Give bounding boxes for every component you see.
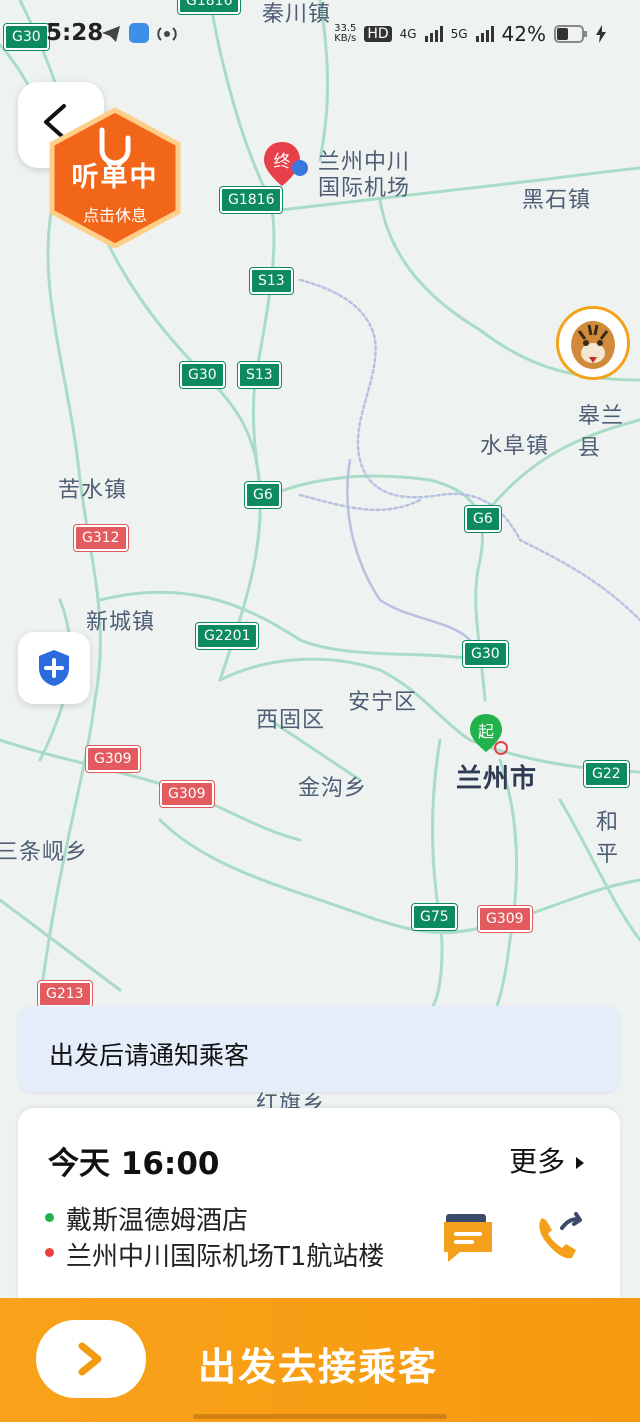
place-label: 三条岘乡 xyxy=(0,840,89,865)
highway-shield: G22 xyxy=(584,761,629,787)
highway-shield: G6 xyxy=(465,506,501,532)
highway-shield: G6 xyxy=(245,482,281,508)
highway-shield: G1816 xyxy=(220,187,283,213)
message-icon xyxy=(444,1214,492,1262)
highway-shield: G30 xyxy=(463,641,508,667)
start-marker-label: 起 xyxy=(478,722,494,741)
highway-shield: G75 xyxy=(412,904,457,930)
place-label: 国际机场 xyxy=(318,176,411,201)
app-icon xyxy=(129,23,149,43)
phone-icon xyxy=(539,1212,582,1259)
order-card: 今天 16:00 更多 戴斯温德姆酒店 兰州中川国际机场T1航站楼 xyxy=(18,1108,620,1318)
call-button[interactable] xyxy=(532,1208,588,1268)
listening-title: 听单中 xyxy=(71,162,159,193)
dropoff-address: 兰州中川国际机场T1航站楼 xyxy=(66,1242,385,1272)
end-marker-icon: 终 xyxy=(264,142,308,186)
pickup-address: 戴斯温德姆酒店 xyxy=(66,1206,249,1236)
highway-shield: S13 xyxy=(250,268,293,294)
listening-badge-text: 听单中 点击休息 xyxy=(46,155,184,226)
network-b: 5G xyxy=(450,27,468,41)
listening-subtitle: 点击休息 xyxy=(82,206,147,225)
highway-shield: G309 xyxy=(478,906,532,932)
notify-passenger-banner[interactable]: 出发后请通知乘客 xyxy=(18,1006,620,1092)
end-marker-label: 终 xyxy=(274,152,291,172)
highway-shield: G213 xyxy=(38,981,92,1007)
shield-plus-icon xyxy=(39,650,69,686)
place-label: 苦水镇 xyxy=(58,478,128,503)
place-label: 水阜镇 xyxy=(480,434,550,459)
highway-shield: G309 xyxy=(160,781,214,807)
slide-button[interactable] xyxy=(36,1320,146,1398)
status-bar: 5:28 33.5 KB/s HD 4G 5G 42% xyxy=(0,0,640,68)
network-a: 4G xyxy=(399,27,417,41)
hd-badge: HD xyxy=(364,26,392,42)
signal-icon xyxy=(424,26,443,42)
hotspot-icon xyxy=(157,27,177,41)
start-marker-icon: 起 xyxy=(470,714,508,755)
place-label: 皋兰县 xyxy=(578,404,625,461)
place-label: 金沟乡 xyxy=(298,776,368,801)
charging-icon xyxy=(596,25,606,43)
notice-text: 出发后请通知乘客 xyxy=(49,1041,250,1070)
signal-icon xyxy=(475,26,494,42)
place-label: 黑石镇 xyxy=(522,188,592,213)
place-label: 和平 xyxy=(596,810,620,867)
start-pickup-label: 出发去接乘客 xyxy=(198,1345,439,1389)
caret-right-icon xyxy=(576,1157,584,1169)
chevron-right-icon xyxy=(78,1342,102,1376)
telegram-icon xyxy=(102,26,120,42)
message-button[interactable] xyxy=(440,1208,496,1268)
battery-icon xyxy=(554,25,587,43)
net-speed-unit: KB/s xyxy=(334,33,357,44)
highway-shield: G309 xyxy=(86,746,140,772)
highway-shield: S13 xyxy=(238,362,281,388)
highway-shield: G2201 xyxy=(196,623,259,649)
net-speed: 33.5 KB/s xyxy=(334,24,356,44)
place-label: 新城镇 xyxy=(86,610,156,635)
place-label: 西固区 xyxy=(256,708,326,733)
pickup-dot xyxy=(45,1213,54,1222)
order-time: 今天 16:00 xyxy=(48,1146,220,1182)
tiger-avatar-icon xyxy=(559,309,627,377)
status-time: 5:28 xyxy=(46,20,104,46)
home-indicator xyxy=(193,1414,447,1419)
place-label: 安宁区 xyxy=(348,690,418,715)
more-button[interactable]: 更多 xyxy=(509,1140,586,1180)
safety-center-button[interactable] xyxy=(18,632,90,704)
more-label: 更多 xyxy=(509,1145,566,1178)
passenger-avatar[interactable] xyxy=(556,306,630,380)
highway-shield: G30 xyxy=(180,362,225,388)
dropoff-dot xyxy=(45,1248,54,1257)
highway-shield: G312 xyxy=(74,525,128,551)
place-label-city: 兰州市 xyxy=(456,764,538,794)
battery-percent: 42% xyxy=(501,22,546,46)
start-pickup-bar[interactable]: 出发去接乘客 xyxy=(0,1298,640,1422)
